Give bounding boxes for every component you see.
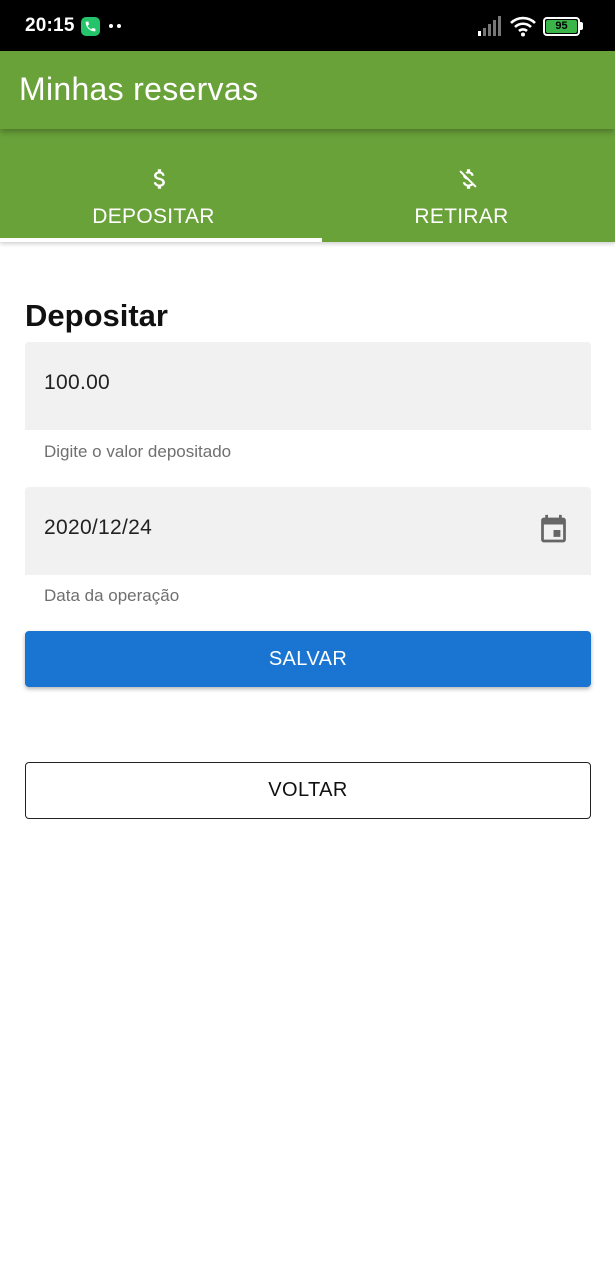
tab-selected-indicator	[0, 238, 322, 242]
status-bar: 20:15 95	[0, 0, 615, 51]
tab-depositar[interactable]: DEPOSITAR	[0, 129, 322, 242]
amount-input[interactable]	[44, 371, 524, 395]
page-title: Minhas reservas	[19, 71, 259, 107]
dollar-off-icon	[459, 169, 477, 189]
tab-retirar[interactable]: RETIRAR	[308, 129, 615, 242]
more-dots-icon	[109, 24, 123, 28]
calendar-icon[interactable]	[537, 512, 570, 548]
wifi-icon	[510, 16, 536, 37]
signal-icon	[478, 16, 501, 36]
battery-level: 95	[555, 20, 568, 32]
date-input[interactable]	[44, 516, 524, 540]
battery-tip	[580, 22, 583, 30]
date-field[interactable]	[25, 487, 591, 575]
dollar-icon	[153, 169, 165, 189]
tab-label-retirar: RETIRAR	[414, 205, 509, 228]
phone-call-icon	[81, 17, 100, 36]
tab-bar: DEPOSITAR RETIRAR	[0, 129, 615, 242]
status-time: 20:15	[25, 15, 75, 36]
app-bar: Minhas reservas	[0, 51, 615, 129]
amount-field[interactable]	[25, 342, 591, 430]
tab-label-depositar: DEPOSITAR	[92, 205, 215, 228]
back-button[interactable]: VOLTAR	[25, 762, 591, 819]
battery-icon: 95	[543, 17, 580, 36]
save-button[interactable]: SALVAR	[25, 631, 591, 687]
amount-helper-text: Digite o valor depositado	[44, 442, 232, 461]
form-title: Depositar	[25, 298, 168, 333]
date-helper-text: Data da operação	[44, 586, 180, 605]
